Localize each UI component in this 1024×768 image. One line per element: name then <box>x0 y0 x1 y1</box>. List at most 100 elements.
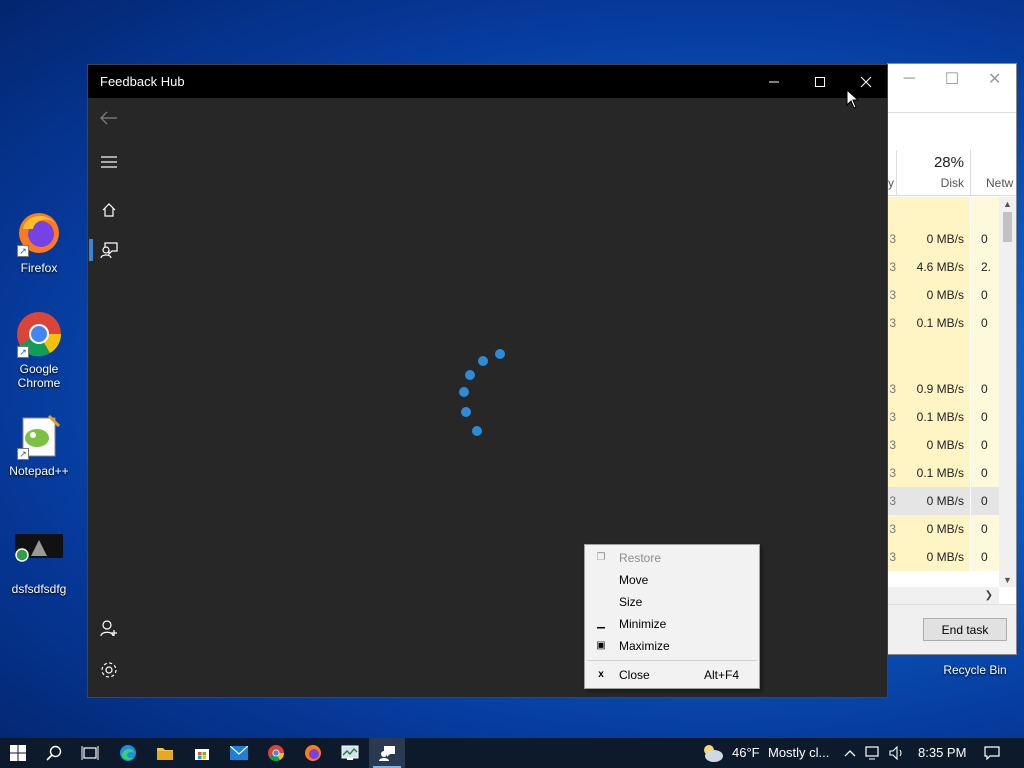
table-row[interactable]: 30 MB/s 0 <box>888 515 1001 543</box>
nav-home[interactable] <box>88 190 130 230</box>
table-row[interactable] <box>888 197 1001 225</box>
window-title: Feedback Hub <box>100 74 185 89</box>
table-row[interactable]: 30 MB/s 0 <box>888 431 1001 459</box>
close-icon[interactable]: ✕ <box>973 69 1016 89</box>
nav-account[interactable] <box>88 608 130 648</box>
table-row[interactable]: 3 0.9 MB/s 0 <box>888 375 1001 403</box>
home-icon <box>102 203 116 217</box>
back-button[interactable] <box>88 98 130 138</box>
network-column-header[interactable]: Netw <box>986 176 1024 190</box>
scroll-thumb[interactable] <box>1003 212 1012 242</box>
feedback-hub-titlebar[interactable]: Feedback Hub <box>88 65 887 98</box>
process-list: 30 MB/s 0 3 4.6 MB/s 2. 30 MB/s 0 3 0.1 MB/s 0… <box>888 197 1001 571</box>
taskbar-feedback-hub[interactable] <box>369 738 405 768</box>
speaker-icon <box>889 746 902 760</box>
weather-widget-icon[interactable] <box>696 738 728 768</box>
menu-item-maximize[interactable]: ▣ Maximize <box>585 635 759 657</box>
windows-logo-icon <box>10 745 26 761</box>
desktop-icon-label: Recycle Bin <box>943 663 1007 677</box>
desktop-icon-chrome[interactable]: ↗ Google Chrome <box>4 310 74 390</box>
table-row-selected[interactable]: 30 MB/s 0 <box>888 487 1001 515</box>
hamburger-icon <box>101 156 117 168</box>
search-icon <box>46 745 62 761</box>
menu-item-minimize[interactable]: ▁ Minimize <box>585 613 759 635</box>
clock[interactable]: 8:35 PM <box>918 738 966 768</box>
task-manager-icon <box>341 745 359 760</box>
menu-item-restore[interactable]: ❐ Restore <box>585 547 759 569</box>
table-row[interactable]: 30 MB/s 0 <box>888 543 1001 571</box>
store-icon <box>195 749 209 760</box>
start-button[interactable] <box>0 738 36 768</box>
folder-icon <box>157 748 173 760</box>
app-shortcut-icon <box>15 530 63 578</box>
task-manager-window[interactable]: ─ ☐ ✕ y 28% Disk Netw 30 MB/s 0 3 4.6 MB/s… <box>887 63 1017 655</box>
maximize-icon[interactable]: ☐ <box>931 69 974 89</box>
task-view-button[interactable] <box>72 738 108 768</box>
maximize-icon: ▣ <box>596 640 606 651</box>
taskbar-mail[interactable] <box>221 738 257 768</box>
window-context-menu: ❐ Restore Move Size ▁ Minimize ▣ Maximiz… <box>584 544 760 689</box>
minimize-icon <box>769 81 779 82</box>
table-row[interactable]: 3 0.1 MB/s 0 <box>888 459 1001 487</box>
scroll-up-icon[interactable]: ▲ <box>999 199 1016 209</box>
end-task-button[interactable]: End task <box>923 618 1007 641</box>
minimize-button[interactable] <box>751 65 797 98</box>
task-view-icon <box>81 746 99 760</box>
nav-settings[interactable] <box>88 650 130 690</box>
taskbar-store[interactable] <box>184 738 220 768</box>
search-button[interactable] <box>36 738 72 768</box>
horizontal-scrollbar[interactable]: ❯ <box>888 587 999 604</box>
table-row[interactable]: 3 0.1 MB/s 0 <box>888 403 1001 431</box>
vertical-scrollbar[interactable]: ▲ ▼ <box>999 197 1016 587</box>
mouse-cursor-icon <box>846 88 860 112</box>
maximize-button[interactable] <box>797 65 843 98</box>
taskbar-edge[interactable] <box>110 738 146 768</box>
table-row[interactable]: 30 MB/s 0 <box>888 225 1001 253</box>
menu-item-move[interactable]: Move <box>585 569 759 591</box>
task-manager-titlebar: ─ ☐ ✕ <box>888 64 1016 94</box>
desktop-icon-firefox[interactable]: ↗ Firefox <box>4 209 74 275</box>
disk-column-header[interactable]: Disk <box>941 176 964 190</box>
taskbar-firefox[interactable] <box>295 738 331 768</box>
shortcut-label: Alt+F4 <box>703 668 739 682</box>
feedback-hub-window[interactable]: Feedback Hub <box>87 64 888 698</box>
menu-item-close[interactable]: x Close Alt+F4 <box>585 664 759 686</box>
desktop-icon-recycle-bin[interactable]: Recycle Bin <box>940 655 1010 677</box>
chevron-up-icon <box>844 750 856 757</box>
menu-separator <box>587 660 757 661</box>
desktop-icon-label: Firefox <box>20 261 58 275</box>
weather-temperature[interactable]: 46°F <box>732 738 760 768</box>
table-row[interactable] <box>888 337 1001 375</box>
taskbar-task-manager[interactable] <box>332 738 368 768</box>
desktop-icon-notepadpp[interactable]: ↗ Notepad++ <box>4 412 74 478</box>
minimize-icon[interactable]: ─ <box>888 70 931 88</box>
table-row[interactable]: 30 MB/s 0 <box>888 281 1001 309</box>
feedback-hub-icon <box>379 746 395 761</box>
taskbar-file-explorer[interactable] <box>147 738 183 768</box>
hamburger-menu-button[interactable] <box>88 142 130 182</box>
taskbar-chrome[interactable] <box>258 738 294 768</box>
volume-tray-button[interactable] <box>886 738 908 768</box>
chrome-icon: ↗ <box>15 310 63 358</box>
menu-item-size[interactable]: Size <box>585 591 759 613</box>
feedback-icon <box>100 242 118 259</box>
show-hidden-icons-button[interactable] <box>840 738 860 768</box>
network-icon <box>865 746 879 760</box>
network-tray-button[interactable] <box>862 738 884 768</box>
firefox-icon: ↗ <box>15 209 63 257</box>
close-icon <box>860 76 872 87</box>
chrome-icon <box>268 745 285 762</box>
notification-icon <box>984 746 1000 760</box>
nav-feedback[interactable] <box>88 230 130 270</box>
notepadpp-icon: ↗ <box>15 412 63 460</box>
scroll-down-icon[interactable]: ▼ <box>999 575 1016 585</box>
edge-icon <box>120 745 136 761</box>
notifications-button[interactable] <box>976 738 1008 768</box>
table-row[interactable]: 3 0.1 MB/s 0 <box>888 309 1001 337</box>
table-row[interactable]: 3 4.6 MB/s 2. <box>888 253 1001 281</box>
cloud-moon-icon <box>704 745 723 762</box>
column-header[interactable]: y 28% Disk Netw <box>888 150 1016 196</box>
weather-condition[interactable]: Mostly cl... <box>768 738 829 768</box>
chevron-right-icon[interactable]: ❯ <box>985 590 993 601</box>
desktop-icon-dsfsdfsdfg[interactable]: dsfsdfsdfg <box>4 530 74 596</box>
